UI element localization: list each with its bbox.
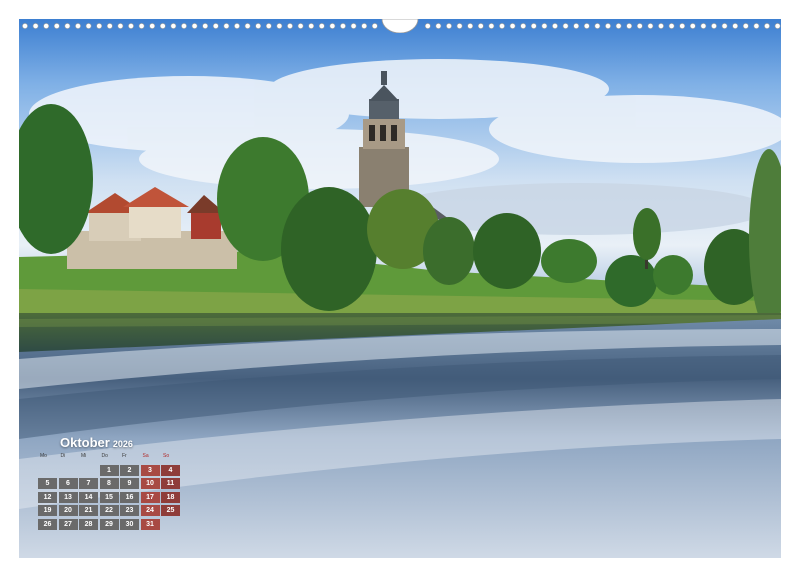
calendar-page: Oktober 2026 Mo Di Mi Do Fr Sa So 1 2 3 4 5 6 7 8 9 10 11 1… — [0, 0, 800, 577]
weekday-header: Mi — [81, 453, 87, 459]
weekday-header: Fr — [122, 453, 127, 459]
calendar-day: 19 — [38, 505, 57, 516]
calendar-day: 31 — [140, 518, 160, 530]
weekday-header: So — [163, 453, 170, 459]
calendar-day: 23 — [120, 505, 139, 516]
calendar-day: 26 — [38, 518, 57, 530]
calendar-day: 2 — [120, 464, 139, 476]
month-calendar: Oktober 2026 Mo Di Mi Do Fr Sa So 1 2 3 4 5 6 7 8 9 10 11 1… — [38, 431, 188, 531]
calendar-title: Oktober 2026 — [60, 432, 133, 451]
weekday-header: Di — [60, 453, 66, 459]
calendar-day: 4 — [161, 464, 180, 476]
calendar-day: 29 — [99, 518, 119, 530]
calendar-day: 7 — [79, 478, 98, 489]
houses — [67, 187, 237, 269]
calendar-day: 13 — [58, 491, 78, 503]
calendar-month: Oktober — [60, 435, 110, 450]
calendar-day: 22 — [99, 505, 119, 516]
calendar-day: 9 — [120, 478, 139, 489]
calendar-day: 15 — [99, 491, 119, 503]
calendar-day: 28 — [79, 518, 98, 530]
calendar-empty-cell — [59, 465, 78, 476]
calendar-year: 2026 — [112, 439, 133, 449]
calendar-empty-cell — [161, 519, 180, 530]
calendar-day: 24 — [140, 505, 160, 516]
calendar-day: 10 — [140, 478, 160, 489]
calendar-empty-cell — [79, 465, 98, 476]
calendar-day: 30 — [120, 518, 139, 530]
calendar-day: 27 — [58, 518, 78, 530]
calendar-day: 25 — [161, 505, 180, 516]
weekday-header: Sa — [142, 453, 149, 459]
calendar-day: 6 — [58, 478, 78, 489]
weekday-header: Do — [101, 453, 108, 459]
weekday-header: Mo — [40, 453, 47, 459]
calendar-empty-cell — [38, 465, 57, 476]
calendar-day: 11 — [161, 478, 180, 489]
calendar-day: 3 — [140, 464, 160, 476]
calendar-day: 8 — [99, 478, 119, 489]
calendar-day: 1 — [99, 464, 119, 476]
calendar-day: 5 — [38, 478, 57, 489]
calendar-day: 20 — [58, 505, 78, 516]
calendar-day: 17 — [140, 491, 160, 503]
calendar-day: 16 — [120, 491, 139, 503]
calendar-day: 12 — [38, 491, 57, 503]
calendar-day: 18 — [161, 491, 180, 503]
calendar-day: 21 — [79, 505, 98, 516]
calendar-day: 14 — [79, 491, 98, 503]
calendar-grid: Mo Di Mi Do Fr Sa So 1 2 3 4 5 6 7 8 9 10 11 12 13 14 15 16 17 1… — [38, 451, 180, 530]
